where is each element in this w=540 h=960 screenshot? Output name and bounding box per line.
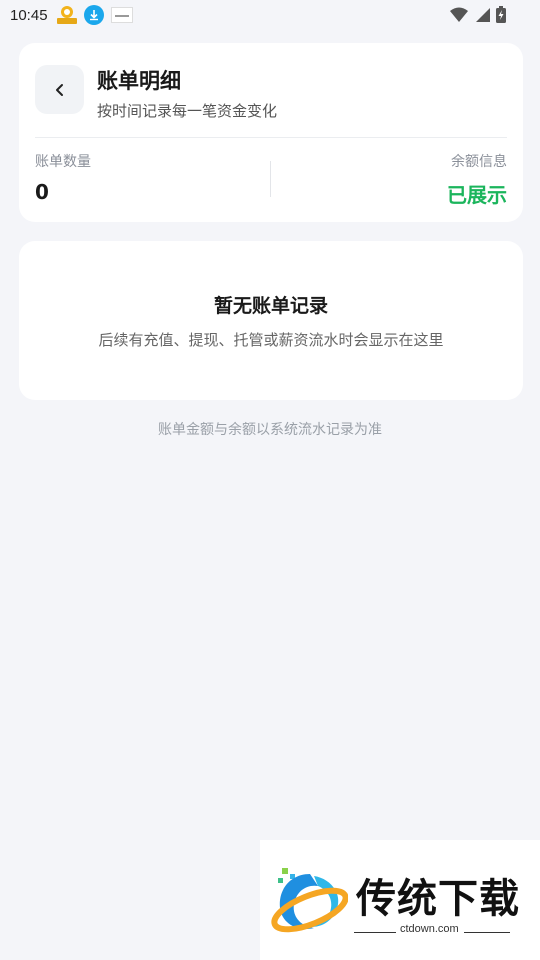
status-bar: 10:45 — [0, 0, 540, 32]
download-icon — [84, 5, 104, 25]
watermark-domain: ctdown.com — [400, 923, 459, 935]
page-title: 账单明细 — [97, 69, 181, 93]
wifi-icon — [450, 7, 468, 27]
watermark: 传统下载 ctdown.com — [260, 840, 540, 960]
watermark-line-left — [354, 932, 396, 933]
status-time: 10:45 — [10, 7, 48, 24]
app-badge-icon — [57, 5, 77, 25]
notification-thumb-icon — [111, 7, 133, 23]
balance-info-label: 余额信息 — [451, 154, 507, 170]
divider — [35, 137, 507, 138]
status-notifications — [57, 5, 133, 25]
empty-state-title: 暂无账单记录 — [213, 295, 328, 317]
balance-info-value: 已展示 — [447, 183, 507, 207]
battery-charging-icon — [496, 6, 506, 27]
bill-count-value: 0 — [35, 180, 49, 204]
bill-count-label: 账单数量 — [35, 154, 91, 170]
status-system-icons — [450, 6, 506, 27]
empty-state-card: 暂无账单记录 后续有充值、提现、托管或薪资流水时会显示在这里 — [19, 241, 523, 400]
ctdown-logo-icon — [271, 868, 348, 933]
cellular-signal-icon — [474, 7, 490, 27]
empty-state-description: 后续有充值、提现、托管或薪资流水时会显示在这里 — [98, 331, 444, 349]
stats-divider — [270, 161, 271, 197]
watermark-brand: 传统下载 — [356, 876, 520, 922]
footnote: 账单金额与余额以系统流水记录为准 — [158, 422, 382, 438]
back-button[interactable] — [35, 65, 84, 114]
watermark-line-right — [464, 932, 510, 933]
chevron-left-icon — [55, 83, 63, 96]
header-card: 账单明细 按时间记录每一笔资金变化 账单数量 0 余额信息 已展示 — [19, 43, 523, 222]
page-subtitle: 按时间记录每一笔资金变化 — [97, 102, 278, 120]
